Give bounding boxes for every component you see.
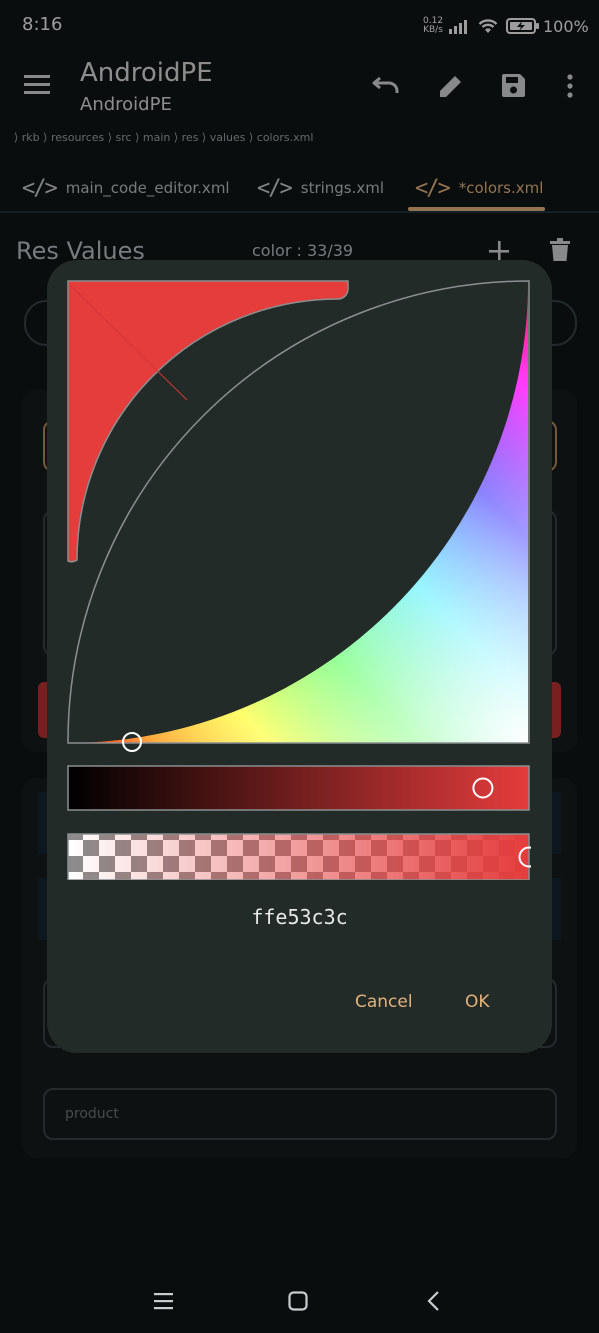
back-icon[interactable] xyxy=(426,1290,442,1312)
recents-menu-icon[interactable] xyxy=(154,1292,174,1310)
ok-button[interactable]: OK xyxy=(465,992,490,1012)
home-icon[interactable] xyxy=(288,1291,310,1311)
color-picker xyxy=(67,280,531,880)
hex-value[interactable]: ffe53c3c xyxy=(0,905,599,929)
alpha-slider[interactable] xyxy=(67,833,531,880)
cancel-button[interactable]: Cancel xyxy=(355,992,413,1012)
brightness-slider[interactable] xyxy=(67,765,530,811)
selected-color-swatch xyxy=(67,280,349,563)
